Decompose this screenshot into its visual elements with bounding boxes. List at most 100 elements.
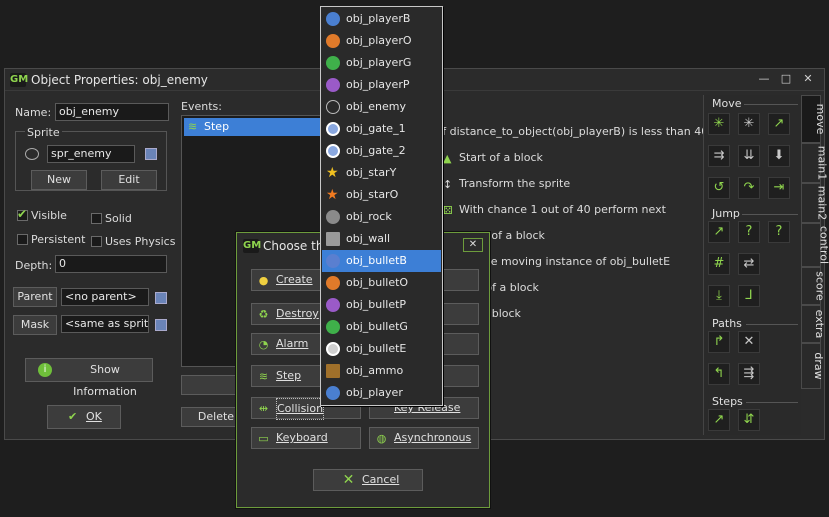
object-name-label: obj_bulletE: [346, 342, 407, 355]
paths-section-label: Paths: [712, 317, 742, 330]
object-list-item[interactable]: obj_bulletB: [322, 250, 441, 272]
solid-checkbox[interactable]: [91, 213, 102, 224]
object-list-item[interactable]: obj_playerG: [322, 52, 441, 74]
move-towards-icon[interactable]: ↗: [768, 113, 790, 135]
path-position-icon[interactable]: ↰: [708, 363, 730, 385]
action-row[interactable]: ↕ Transform the sprite: [443, 177, 571, 191]
bounce-icon[interactable]: ⅃: [738, 285, 760, 307]
object-list-item[interactable]: obj_player: [322, 382, 441, 404]
object-list-item[interactable]: obj_bulletG: [322, 316, 441, 338]
object-list-item[interactable]: obj_gate_1: [322, 118, 441, 140]
parent-button[interactable]: Parent: [13, 287, 57, 307]
persistent-checkbox[interactable]: [17, 234, 28, 245]
action-row[interactable]: ▲ Start of a block: [443, 151, 543, 165]
ammo-crate-icon: [326, 364, 340, 378]
action-library-panel: Move ✳ ✳ ↗ ⇉ ⇊ ⬇ ↺ ↷ ⇥ Jump ↗ ? ? # ⇄ ⤓ …: [703, 95, 801, 435]
object-list-item[interactable]: obj_ammo: [322, 360, 441, 382]
event-asynchronous-button[interactable]: ◍ Asynchronous: [369, 427, 479, 449]
object-list-item[interactable]: obj_gate_2: [322, 140, 441, 162]
event-keyboard-button[interactable]: ▭ Keyboard: [251, 427, 361, 449]
visible-checkbox[interactable]: [17, 207, 28, 221]
move-fixed-icon[interactable]: ✳: [708, 113, 730, 135]
dialog-close-icon[interactable]: ✕: [463, 238, 483, 252]
object-list-item[interactable]: obj_bulletP: [322, 294, 441, 316]
gravity-icon[interactable]: ⬇: [768, 145, 790, 167]
step-avoiding-icon[interactable]: ⇵: [738, 409, 760, 431]
show-information-button[interactable]: i Show Information: [25, 358, 153, 398]
jump-random-icon[interactable]: ?: [768, 221, 790, 243]
mask-field[interactable]: <same as sprite>: [61, 315, 149, 333]
object-name-label: obj_playerO: [346, 34, 412, 47]
maximize-icon[interactable]: □: [776, 71, 796, 87]
speed-vertical-icon[interactable]: ⇊: [738, 145, 760, 167]
wrap-screen-icon[interactable]: ⇄: [738, 253, 760, 275]
step-event-icon: ≋: [188, 120, 198, 133]
tab-control[interactable]: control: [801, 223, 829, 267]
collision-icon: ⇹: [258, 402, 269, 415]
object-name-label: obj_gate_1: [346, 122, 406, 135]
object-list-item[interactable]: ★ obj_starY: [322, 162, 441, 184]
sprite-field[interactable]: spr_enemy: [47, 145, 135, 163]
object-list-item[interactable]: obj_playerP: [322, 74, 441, 96]
end-path-icon[interactable]: ✕: [738, 331, 760, 353]
reverse-horizontal-icon[interactable]: ↺: [708, 177, 730, 199]
action-row[interactable]: Create moving instance of obj_bulletE: [461, 255, 670, 268]
close-icon[interactable]: ✕: [798, 71, 818, 87]
friction-icon[interactable]: ⇥: [768, 177, 790, 199]
blue-ship-icon: [326, 386, 340, 400]
tab-score[interactable]: score: [801, 267, 826, 305]
path-speed-icon[interactable]: ⇶: [738, 363, 760, 385]
jump-start-icon[interactable]: ?: [738, 221, 760, 243]
move-contact-icon[interactable]: ⤓: [708, 285, 730, 307]
set-path-icon[interactable]: ↱: [708, 331, 730, 353]
object-list-item[interactable]: obj_enemy: [322, 96, 441, 118]
tab-extra[interactable]: extra: [801, 305, 826, 343]
gate-icon: [326, 144, 340, 158]
object-list-item[interactable]: obj_playerB: [322, 8, 441, 30]
orange-bullet-icon: [326, 276, 340, 290]
object-list-item[interactable]: obj_bulletO: [322, 272, 441, 294]
move-section-label: Move: [712, 97, 742, 110]
action-row[interactable]: ⚄ With chance 1 out of 40 perform next: [443, 203, 666, 217]
step-towards-icon[interactable]: ↗: [708, 409, 730, 431]
object-list-item[interactable]: obj_wall: [322, 228, 441, 250]
depth-label: Depth:: [15, 259, 53, 272]
jump-position-icon[interactable]: ↗: [708, 221, 730, 243]
sprite-menu-icon[interactable]: [145, 148, 157, 160]
ok-button[interactable]: ✔ OK: [47, 405, 121, 429]
reverse-vertical-icon[interactable]: ↷: [738, 177, 760, 199]
move-free-icon[interactable]: ✳: [738, 113, 760, 135]
cancel-button[interactable]: ✕ Cancel: [313, 469, 423, 491]
action-text: With chance 1 out of 40 perform next: [459, 203, 666, 216]
wall-icon: [326, 232, 340, 246]
tab-move[interactable]: move: [801, 95, 827, 143]
action-text: Transform the sprite: [459, 177, 571, 190]
enemy-outline-icon: [326, 100, 340, 114]
speed-horizontal-icon[interactable]: ⇉: [708, 145, 730, 167]
physics-label: Uses Physics: [105, 235, 176, 248]
mask-menu-icon[interactable]: [155, 319, 167, 331]
parent-menu-icon[interactable]: [155, 292, 167, 304]
physics-checkbox[interactable]: [91, 236, 102, 247]
edit-sprite-button[interactable]: Edit: [101, 170, 157, 190]
tab-main2[interactable]: main2: [801, 183, 829, 223]
tab-draw[interactable]: draw: [801, 343, 825, 389]
object-name-label: obj_rock: [346, 210, 392, 223]
object-list-item[interactable]: obj_bulletE: [322, 338, 441, 360]
align-grid-icon[interactable]: #: [708, 253, 730, 275]
object-list-item[interactable]: obj_rock: [322, 206, 441, 228]
object-name-label: obj_playerG: [346, 56, 412, 69]
new-sprite-button[interactable]: New: [31, 170, 87, 190]
minimize-icon[interactable]: —: [754, 71, 774, 87]
name-input[interactable]: obj_enemy: [55, 103, 169, 121]
parent-field[interactable]: <no parent>: [61, 288, 149, 306]
object-dropdown-list[interactable]: obj_playerB obj_playerO obj_playerG obj_pla…: [320, 6, 443, 406]
depth-input[interactable]: 0: [55, 255, 167, 273]
tab-main1[interactable]: main1: [801, 143, 829, 183]
object-list-item[interactable]: obj_playerO: [322, 30, 441, 52]
globe-icon: ◍: [376, 432, 387, 445]
action-row[interactable]: If distance_to_object(obj_playerB) is le…: [439, 125, 715, 138]
object-list-item[interactable]: ★ obj_starO: [322, 184, 441, 206]
gamemaker-logo-icon: GM: [10, 73, 29, 87]
mask-button[interactable]: Mask: [13, 315, 57, 335]
